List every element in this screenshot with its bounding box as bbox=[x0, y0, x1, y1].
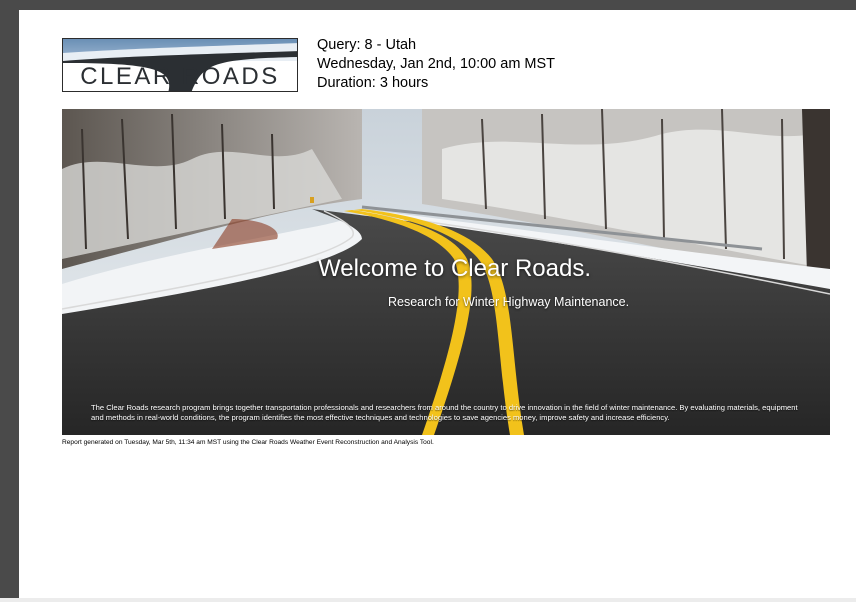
query-date: Wednesday, Jan 2nd, 10:00 am MST bbox=[317, 56, 556, 72]
report-generated-note: Report generated on Tuesday, Mar 5th, 11… bbox=[62, 439, 434, 446]
hero-banner: Welcome to Clear Roads. Research for Win… bbox=[62, 109, 830, 435]
report-page: CLEAR ROADS Query: 8 - Utah Wednesday, J… bbox=[19, 10, 856, 598]
query-duration: Duration: 3 hours bbox=[317, 75, 429, 91]
banner-title: Welcome to Clear Roads. bbox=[318, 255, 591, 282]
clear-roads-logo: CLEAR ROADS bbox=[62, 38, 298, 92]
query-name: Query: 8 - Utah bbox=[317, 37, 417, 53]
query-info: Query: 8 - Utah Wednesday, Jan 2nd, 10:0… bbox=[317, 36, 555, 93]
banner-description: The Clear Roads research program brings … bbox=[91, 403, 798, 422]
banner-subtitle: Research for Winter Highway Maintenance. bbox=[388, 295, 630, 309]
viewer-bottom-edge bbox=[0, 598, 856, 602]
logo-text: CLEAR ROADS bbox=[80, 63, 280, 90]
